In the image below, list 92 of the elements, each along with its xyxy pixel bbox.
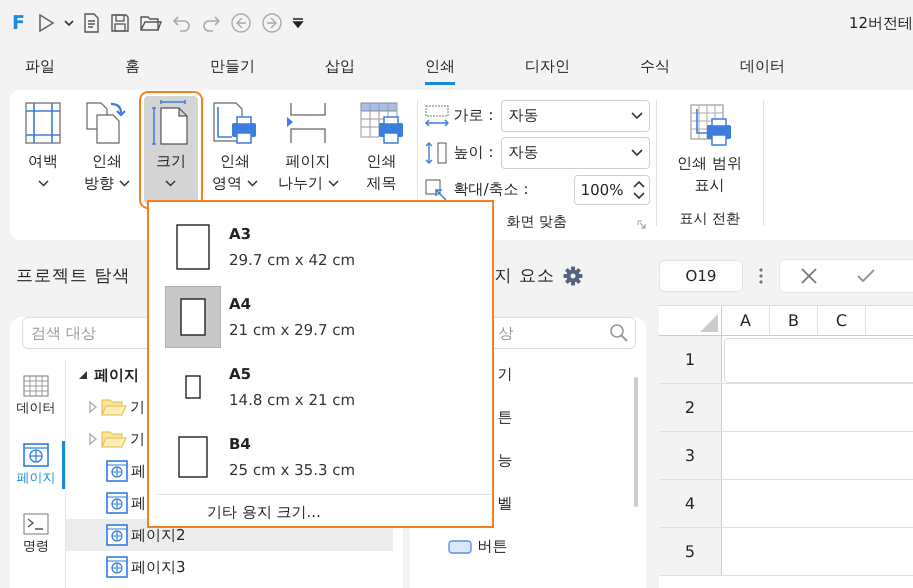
ribbon-button[interactable]: 인쇄 방향 [78, 96, 136, 204]
caret-icon[interactable] [64, 19, 74, 27]
menu-tab[interactable]: 만들기 [210, 51, 255, 85]
menu-item[interactable]: B4 25 cm x 35.3 cm [149, 422, 492, 492]
folder-icon [101, 397, 127, 417]
expand-toggle-icon[interactable] [78, 370, 88, 380]
panel-title: 지 요소 [494, 265, 555, 287]
side-tab[interactable]: 페이지 [10, 441, 65, 489]
name-box[interactable]: O19 [659, 260, 743, 292]
field-label: 확대/축소 : [454, 180, 528, 199]
tree-item[interactable]: 페이지3 [131, 558, 186, 576]
column-header[interactable]: C [818, 306, 866, 335]
element-item[interactable]: 버튼 [478, 537, 508, 556]
menu-item[interactable]: A3 29.7 cm x 42 cm [149, 212, 492, 282]
spinner-arrows-icon[interactable] [632, 180, 645, 200]
paper-icon [176, 224, 210, 270]
element-item[interactable]: 능 [498, 451, 512, 470]
element-item[interactable]: 기 [498, 365, 512, 384]
globe-page-icon [106, 492, 128, 514]
group-label: 화면 맞춤 [506, 213, 567, 231]
tree-item[interactable]: 페 [131, 494, 146, 512]
field-label: 가로 : [454, 106, 494, 125]
panel-title: 프로젝트 탐색 [16, 265, 130, 287]
play-icon[interactable] [37, 13, 55, 33]
tree-item[interactable]: 기 [130, 430, 145, 448]
group-label: 표시 전환 [679, 210, 740, 228]
search-icon [609, 323, 629, 343]
customize-icon[interactable] [292, 17, 304, 29]
page-printer-icon [212, 100, 258, 146]
side-tab[interactable]: 명령 [10, 511, 65, 557]
forward-icon[interactable] [261, 12, 283, 34]
menu-item[interactable]: 기타 용지 크기... [149, 495, 492, 522]
globe-page-icon [106, 524, 128, 546]
column-header[interactable]: B [770, 306, 818, 335]
menu-tab[interactable]: 삽입 [325, 51, 355, 85]
ribbon-button[interactable]: 인쇄 범위 표시 [671, 98, 748, 200]
dropdown-field[interactable]: 자동 [501, 136, 650, 168]
row-header[interactable]: 4 [659, 480, 722, 527]
row-header[interactable]: 3 [659, 432, 722, 479]
row-header[interactable]: 1 [659, 336, 722, 383]
globe-page-icon [106, 460, 128, 482]
tree-item[interactable]: 기 [130, 398, 145, 416]
chevron-down-icon [630, 112, 643, 120]
side-tab[interactable]: 데이터 [10, 373, 65, 419]
element-item[interactable]: 튼 [498, 408, 512, 427]
dialog-launcher-icon[interactable] [636, 220, 646, 229]
back-icon[interactable] [230, 12, 252, 34]
tree-item[interactable]: 페이지 [94, 366, 139, 384]
check-icon[interactable] [856, 268, 876, 284]
active-cell[interactable] [724, 338, 913, 383]
tree-item[interactable]: 페 [131, 462, 146, 480]
menu-tab[interactable]: 디자인 [525, 51, 570, 85]
column-header[interactable]: A [722, 306, 770, 335]
button-shape-icon [448, 540, 472, 554]
menu-tab[interactable]: 인쇄 [425, 51, 455, 85]
save-icon[interactable] [110, 13, 130, 33]
dropdown-field[interactable]: 자동 [501, 100, 650, 132]
menu-tab[interactable]: 파일 [25, 51, 55, 85]
table-printer-icon [358, 100, 405, 146]
field-label: 높이 : [454, 143, 494, 162]
tree-item[interactable]: 페이지2 [131, 526, 186, 544]
expand-toggle-icon[interactable] [88, 433, 98, 445]
globe-page-icon [23, 443, 49, 467]
spin-field[interactable]: 100% [574, 174, 650, 204]
document-icon[interactable] [83, 13, 101, 33]
menu-item[interactable]: A5 14.8 cm x 21 cm [149, 352, 492, 422]
row-header[interactable]: 2 [659, 384, 722, 431]
expand-toggle-icon[interactable] [88, 401, 98, 413]
menu-tab[interactable]: 수식 [640, 51, 670, 85]
window-title: 12버전테 [848, 14, 913, 32]
paper-icon [185, 375, 201, 399]
row-header[interactable]: 5 [659, 528, 722, 575]
grid-icon [23, 375, 49, 397]
folder-icon [101, 429, 127, 449]
app-logo: F [12, 12, 26, 34]
element-item[interactable]: 벨 [498, 494, 512, 513]
close-icon[interactable] [800, 266, 818, 284]
chevron-down-icon [630, 148, 643, 156]
paper-icon [180, 298, 206, 336]
menu-tab[interactable]: 홈 [125, 51, 140, 85]
globe-page-icon [106, 556, 128, 578]
margins-icon [24, 100, 62, 146]
more-icon[interactable] [759, 268, 763, 284]
scrollbar[interactable] [634, 377, 638, 507]
pages-arrow-icon [84, 100, 129, 146]
ribbon-button[interactable]: 여백 [16, 96, 70, 204]
width-icon [424, 104, 450, 128]
paper-icon [178, 436, 208, 478]
ribbon-button[interactable]: 페이지 나누기 [272, 96, 345, 204]
terminal-icon [23, 513, 49, 535]
menu-tab[interactable]: 데이터 [740, 51, 785, 85]
ribbon-button[interactable]: 크기 [144, 96, 198, 204]
